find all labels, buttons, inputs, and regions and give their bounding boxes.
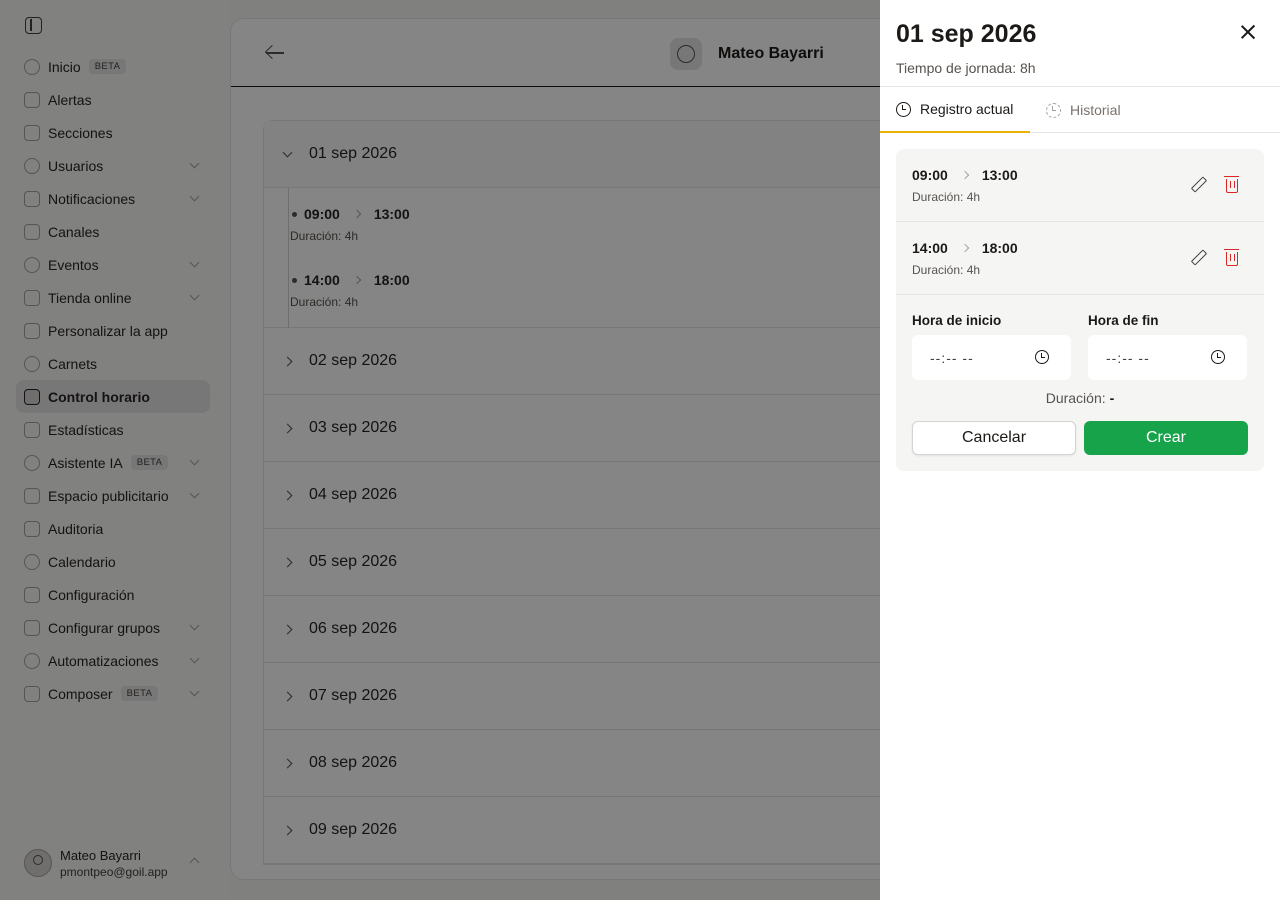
tab-current-record[interactable]: Registro actual [880, 87, 1030, 133]
tab-label: Registro actual [920, 101, 1014, 117]
clock-icon[interactable] [1035, 350, 1049, 364]
start-time-input[interactable]: --:-- -- [912, 335, 1071, 380]
start-time-value: --:-- -- [930, 349, 974, 366]
tab-label: Historial [1070, 102, 1121, 118]
delete-icon[interactable] [1224, 176, 1239, 193]
cancel-button[interactable]: Cancelar [912, 421, 1076, 455]
tab-history[interactable]: Historial [1046, 87, 1121, 133]
record-row: 09:00 13:00 Duración: 4h [896, 149, 1264, 222]
duration-value: - [1109, 390, 1115, 406]
edit-icon[interactable] [1190, 250, 1204, 264]
records-card: 09:00 13:00 Duración: 4h 14:00 18:00 Dur… [896, 149, 1264, 471]
record-start: 09:00 [912, 167, 948, 183]
chevron-right-icon [960, 170, 970, 180]
form-duration: Duración: - [896, 390, 1264, 406]
chevron-right-icon [960, 243, 970, 253]
record-row: 14:00 18:00 Duración: 4h [896, 222, 1264, 295]
drawer-tabs: Registro actual Historial [880, 86, 1280, 133]
record-duration: Duración: 4h [912, 263, 981, 277]
record-end: 18:00 [981, 240, 1018, 256]
edit-icon[interactable] [1190, 177, 1204, 191]
record-times: 09:00 13:00 [912, 167, 1018, 183]
drawer-subtitle: Tiempo de jornada: 8h [896, 60, 1036, 76]
record-end: 13:00 [981, 167, 1018, 183]
modal-backdrop[interactable] [0, 0, 880, 900]
drawer-title: 01 sep 2026 [896, 20, 1037, 48]
clock-icon[interactable] [1211, 350, 1225, 364]
create-button[interactable]: Crear [1084, 421, 1248, 455]
day-detail-drawer: 01 sep 2026 Tiempo de jornada: 8h Regist… [880, 0, 1280, 900]
close-icon[interactable] [1240, 24, 1256, 40]
record-times: 14:00 18:00 [912, 240, 1018, 256]
delete-icon[interactable] [1224, 249, 1239, 266]
history-icon [1046, 102, 1061, 118]
end-time-input[interactable]: --:-- -- [1088, 335, 1247, 380]
record-start: 14:00 [912, 240, 948, 256]
start-time-label: Hora de inicio [912, 313, 1002, 328]
record-duration: Duración: 4h [912, 190, 981, 204]
end-time-value: --:-- -- [1106, 349, 1150, 366]
clock-icon [896, 101, 911, 117]
end-time-label: Hora de fin [1088, 313, 1159, 328]
duration-label: Duración: [1045, 390, 1106, 406]
